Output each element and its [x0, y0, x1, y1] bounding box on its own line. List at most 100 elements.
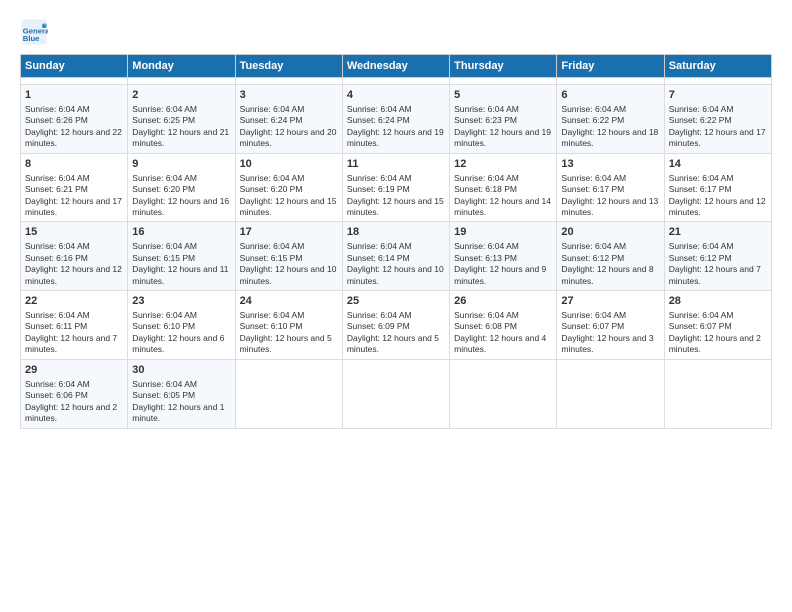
- sunset-text: Sunset: 6:24 PM: [240, 115, 338, 126]
- sunrise-text: Sunrise: 6:04 AM: [454, 104, 552, 115]
- sunset-text: Sunset: 6:09 PM: [347, 321, 445, 332]
- sunrise-text: Sunrise: 6:04 AM: [561, 104, 659, 115]
- daylight-text: Daylight: 12 hours and 15 minutes.: [240, 196, 338, 219]
- daylight-text: Daylight: 12 hours and 7 minutes.: [669, 264, 767, 287]
- cell-w2-d3: 11Sunrise: 6:04 AMSunset: 6:19 PMDayligh…: [342, 153, 449, 222]
- daylight-text: Daylight: 12 hours and 3 minutes.: [561, 333, 659, 356]
- daylight-text: Daylight: 12 hours and 21 minutes.: [132, 127, 230, 150]
- day-number: 28: [669, 294, 767, 309]
- day-number: 1: [25, 88, 123, 103]
- cell-w2-d2: 10Sunrise: 6:04 AMSunset: 6:20 PMDayligh…: [235, 153, 342, 222]
- cell-w5-d1: 30Sunrise: 6:04 AMSunset: 6:05 PMDayligh…: [128, 359, 235, 428]
- header-row: SundayMondayTuesdayWednesdayThursdayFrid…: [21, 55, 772, 78]
- daylight-text: Daylight: 12 hours and 1 minute.: [132, 402, 230, 425]
- cell-w1-d1: 2Sunrise: 6:04 AMSunset: 6:25 PMDaylight…: [128, 85, 235, 154]
- day-number: 11: [347, 157, 445, 172]
- sunset-text: Sunset: 6:26 PM: [25, 115, 123, 126]
- daylight-text: Daylight: 12 hours and 8 minutes.: [561, 264, 659, 287]
- day-number: 13: [561, 157, 659, 172]
- daylight-text: Daylight: 12 hours and 6 minutes.: [132, 333, 230, 356]
- sunset-text: Sunset: 6:06 PM: [25, 390, 123, 401]
- day-number: 9: [132, 157, 230, 172]
- sunset-text: Sunset: 6:18 PM: [454, 184, 552, 195]
- sunrise-text: Sunrise: 6:04 AM: [25, 104, 123, 115]
- daylight-text: Daylight: 12 hours and 20 minutes.: [240, 127, 338, 150]
- sunrise-text: Sunrise: 6:04 AM: [240, 310, 338, 321]
- day-number: 22: [25, 294, 123, 309]
- sunrise-text: Sunrise: 6:04 AM: [669, 310, 767, 321]
- daylight-text: Daylight: 12 hours and 7 minutes.: [25, 333, 123, 356]
- sunrise-text: Sunrise: 6:04 AM: [240, 104, 338, 115]
- sunset-text: Sunset: 6:20 PM: [240, 184, 338, 195]
- header: General Blue: [20, 18, 772, 46]
- cell-w0-d1: [128, 78, 235, 85]
- day-number: 6: [561, 88, 659, 103]
- sunset-text: Sunset: 6:15 PM: [240, 253, 338, 264]
- day-number: 14: [669, 157, 767, 172]
- logo: General Blue: [20, 18, 50, 46]
- daylight-text: Daylight: 12 hours and 18 minutes.: [561, 127, 659, 150]
- day-number: 12: [454, 157, 552, 172]
- cell-w0-d4: [450, 78, 557, 85]
- week-row-1: 1Sunrise: 6:04 AMSunset: 6:26 PMDaylight…: [21, 85, 772, 154]
- col-header-monday: Monday: [128, 55, 235, 78]
- page: General Blue SundayMondayTuesdayWednesda…: [0, 0, 792, 612]
- cell-w4-d5: 27Sunrise: 6:04 AMSunset: 6:07 PMDayligh…: [557, 291, 664, 360]
- cell-w0-d0: [21, 78, 128, 85]
- daylight-text: Daylight: 12 hours and 4 minutes.: [454, 333, 552, 356]
- day-number: 18: [347, 225, 445, 240]
- sunrise-text: Sunrise: 6:04 AM: [347, 310, 445, 321]
- cell-w5-d0: 29Sunrise: 6:04 AMSunset: 6:06 PMDayligh…: [21, 359, 128, 428]
- day-number: 8: [25, 157, 123, 172]
- cell-w2-d1: 9Sunrise: 6:04 AMSunset: 6:20 PMDaylight…: [128, 153, 235, 222]
- sunrise-text: Sunrise: 6:04 AM: [25, 173, 123, 184]
- day-number: 30: [132, 363, 230, 378]
- day-number: 20: [561, 225, 659, 240]
- daylight-text: Daylight: 12 hours and 13 minutes.: [561, 196, 659, 219]
- cell-w3-d1: 16Sunrise: 6:04 AMSunset: 6:15 PMDayligh…: [128, 222, 235, 291]
- cell-w0-d6: [664, 78, 771, 85]
- sunset-text: Sunset: 6:10 PM: [132, 321, 230, 332]
- day-number: 27: [561, 294, 659, 309]
- sunrise-text: Sunrise: 6:04 AM: [669, 173, 767, 184]
- sunrise-text: Sunrise: 6:04 AM: [347, 173, 445, 184]
- sunset-text: Sunset: 6:23 PM: [454, 115, 552, 126]
- sunset-text: Sunset: 6:21 PM: [25, 184, 123, 195]
- daylight-text: Daylight: 12 hours and 14 minutes.: [454, 196, 552, 219]
- cell-w3-d4: 19Sunrise: 6:04 AMSunset: 6:13 PMDayligh…: [450, 222, 557, 291]
- cell-w0-d3: [342, 78, 449, 85]
- col-header-wednesday: Wednesday: [342, 55, 449, 78]
- sunrise-text: Sunrise: 6:04 AM: [561, 173, 659, 184]
- sunrise-text: Sunrise: 6:04 AM: [561, 310, 659, 321]
- cell-w4-d1: 23Sunrise: 6:04 AMSunset: 6:10 PMDayligh…: [128, 291, 235, 360]
- week-row-3: 15Sunrise: 6:04 AMSunset: 6:16 PMDayligh…: [21, 222, 772, 291]
- sunset-text: Sunset: 6:20 PM: [132, 184, 230, 195]
- sunrise-text: Sunrise: 6:04 AM: [25, 310, 123, 321]
- day-number: 5: [454, 88, 552, 103]
- daylight-text: Daylight: 12 hours and 5 minutes.: [240, 333, 338, 356]
- cell-w2-d4: 12Sunrise: 6:04 AMSunset: 6:18 PMDayligh…: [450, 153, 557, 222]
- daylight-text: Daylight: 12 hours and 19 minutes.: [347, 127, 445, 150]
- cell-w1-d4: 5Sunrise: 6:04 AMSunset: 6:23 PMDaylight…: [450, 85, 557, 154]
- sunrise-text: Sunrise: 6:04 AM: [347, 104, 445, 115]
- col-header-sunday: Sunday: [21, 55, 128, 78]
- daylight-text: Daylight: 12 hours and 11 minutes.: [132, 264, 230, 287]
- sunset-text: Sunset: 6:22 PM: [561, 115, 659, 126]
- daylight-text: Daylight: 12 hours and 2 minutes.: [25, 402, 123, 425]
- sunset-text: Sunset: 6:25 PM: [132, 115, 230, 126]
- sunrise-text: Sunrise: 6:04 AM: [132, 379, 230, 390]
- day-number: 16: [132, 225, 230, 240]
- logo-icon: General Blue: [20, 18, 48, 46]
- sunrise-text: Sunrise: 6:04 AM: [454, 173, 552, 184]
- col-header-saturday: Saturday: [664, 55, 771, 78]
- sunrise-text: Sunrise: 6:04 AM: [25, 379, 123, 390]
- daylight-text: Daylight: 12 hours and 12 minutes.: [25, 264, 123, 287]
- cell-w0-d5: [557, 78, 664, 85]
- cell-w2-d0: 8Sunrise: 6:04 AMSunset: 6:21 PMDaylight…: [21, 153, 128, 222]
- sunset-text: Sunset: 6:16 PM: [25, 253, 123, 264]
- day-number: 24: [240, 294, 338, 309]
- cell-w4-d3: 25Sunrise: 6:04 AMSunset: 6:09 PMDayligh…: [342, 291, 449, 360]
- cell-w2-d6: 14Sunrise: 6:04 AMSunset: 6:17 PMDayligh…: [664, 153, 771, 222]
- daylight-text: Daylight: 12 hours and 5 minutes.: [347, 333, 445, 356]
- day-number: 29: [25, 363, 123, 378]
